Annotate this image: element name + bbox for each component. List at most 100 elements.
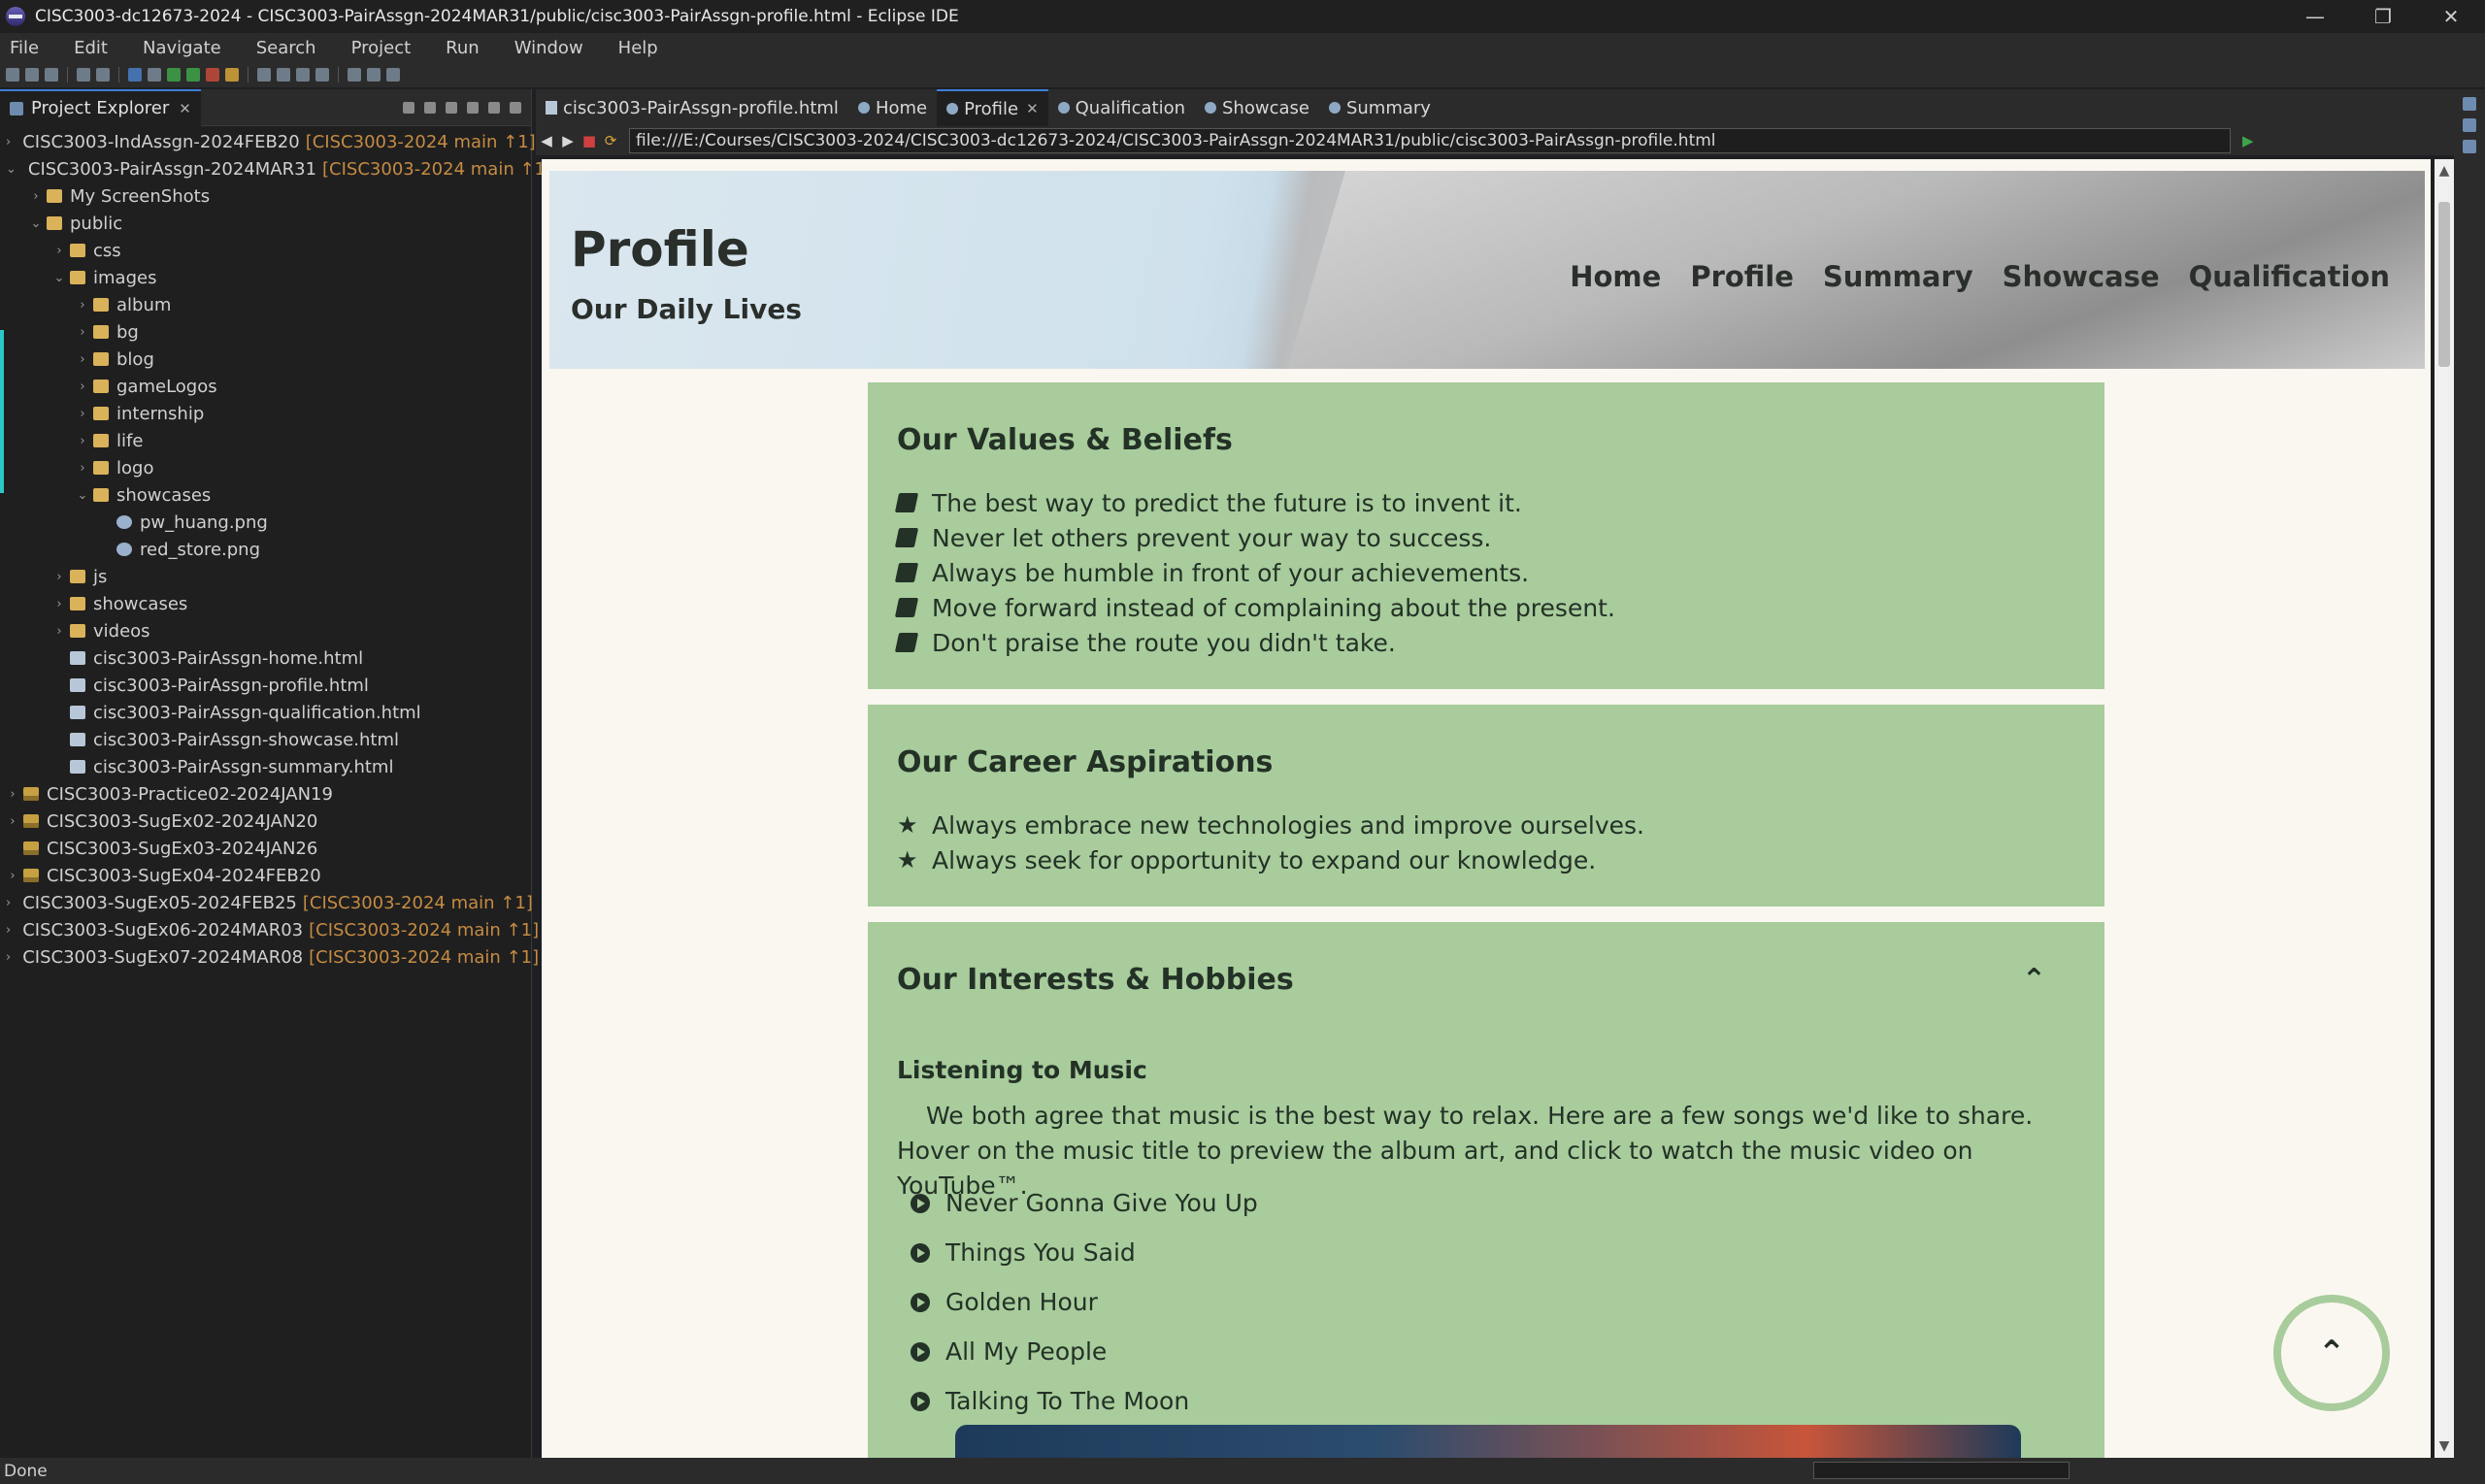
tree-item[interactable]: ⌄ showcases bbox=[0, 481, 531, 509]
editor-tab[interactable]: cisc3003-PairAssgn-profile.html bbox=[536, 89, 848, 126]
annotation-icon[interactable] bbox=[315, 68, 329, 82]
back-arrow-icon[interactable]: ◀ bbox=[536, 132, 557, 149]
minimize-view-icon[interactable] bbox=[488, 101, 500, 114]
chevron-down-icon[interactable]: ⌄ bbox=[29, 216, 43, 231]
chevron-right-icon[interactable]: › bbox=[52, 624, 66, 639]
chevron-right-icon[interactable]: › bbox=[52, 244, 66, 258]
terminal-icon[interactable] bbox=[128, 68, 142, 82]
tree-item[interactable]: cisc3003-PairAssgn-qualification.html bbox=[0, 699, 531, 726]
tree-item[interactable]: › CISC3003-SugEx07-2024MAR08 [CISC3003-202… bbox=[0, 943, 539, 971]
chevron-down-icon[interactable]: ⌄ bbox=[76, 488, 89, 503]
tree-item[interactable]: › album bbox=[0, 291, 531, 318]
tree-item[interactable]: › CISC3003-SugEx04-2024FEB20 bbox=[0, 862, 531, 889]
tree-item[interactable]: › CISC3003-Practice02-2024JAN19 bbox=[0, 780, 531, 808]
nav-home[interactable]: Home bbox=[1570, 260, 1661, 293]
tree-item[interactable]: › My ScreenShots bbox=[0, 182, 531, 210]
chevron-right-icon[interactable]: › bbox=[76, 352, 89, 367]
chevron-right-icon[interactable]: › bbox=[6, 135, 11, 149]
collapse-chevron-icon[interactable]: ⌃ bbox=[2022, 963, 2046, 997]
scroll-down-icon[interactable]: ▼ bbox=[2435, 1438, 2454, 1454]
nav-qualification[interactable]: Qualification bbox=[2189, 260, 2390, 293]
forward-icon[interactable] bbox=[367, 68, 381, 82]
external-tools-icon[interactable] bbox=[225, 68, 239, 82]
scrollbar-thumb[interactable] bbox=[2438, 202, 2450, 367]
back-to-top-button[interactable]: ⌃ bbox=[2273, 1295, 2390, 1411]
chevron-right-icon[interactable]: › bbox=[6, 869, 19, 883]
tree-item[interactable]: CISC3003-SugEx03-2024JAN26 bbox=[0, 835, 531, 862]
editor-tab[interactable]: Showcase bbox=[1195, 89, 1319, 126]
tree-item[interactable]: › logo bbox=[0, 454, 531, 481]
tree-item[interactable]: › CISC3003-SugEx02-2024JAN20 bbox=[0, 808, 531, 835]
menu-window[interactable]: Window bbox=[514, 38, 583, 58]
tree-item[interactable]: ⌄ CISC3003-PairAssgn-2024MAR31 [CISC3003-2… bbox=[0, 155, 552, 182]
chevron-right-icon[interactable]: › bbox=[76, 407, 89, 421]
forward-arrow-icon[interactable]: ▶ bbox=[557, 132, 579, 149]
tree-item[interactable]: › bg bbox=[0, 318, 531, 346]
menu-navigate[interactable]: Navigate bbox=[143, 38, 221, 58]
tree-item[interactable]: › CISC3003-IndAssgn-2024FEB20 [CISC3003-20… bbox=[0, 128, 536, 155]
tree-item[interactable]: cisc3003-PairAssgn-home.html bbox=[0, 644, 531, 672]
go-icon[interactable]: ▶ bbox=[2242, 132, 2254, 149]
task-list-icon[interactable] bbox=[2463, 140, 2476, 153]
menu-project[interactable]: Project bbox=[351, 38, 412, 58]
restore-view-icon[interactable] bbox=[2463, 97, 2476, 111]
tree-item[interactable]: › CISC3003-SugEx06-2024MAR03 [CISC3003-202… bbox=[0, 916, 539, 943]
open-task-icon[interactable] bbox=[277, 68, 290, 82]
menu-run[interactable]: Run bbox=[446, 38, 480, 58]
chevron-right-icon[interactable]: › bbox=[29, 189, 43, 204]
tree-item[interactable]: ⌄ images bbox=[0, 264, 531, 291]
list-item[interactable]: Things You Said bbox=[911, 1228, 1258, 1277]
tree-item[interactable]: cisc3003-PairAssgn-showcase.html bbox=[0, 726, 531, 753]
tab-project-explorer[interactable]: Project Explorer ✕ bbox=[0, 88, 201, 126]
close-button[interactable]: ✕ bbox=[2417, 0, 2485, 33]
interests-heading[interactable]: Our Interests & Hobbies bbox=[897, 963, 1294, 997]
tree-item[interactable]: › internship bbox=[0, 400, 531, 427]
tree-item[interactable]: › js bbox=[0, 563, 531, 590]
nav-showcase[interactable]: Showcase bbox=[2003, 260, 2160, 293]
tree-item[interactable]: › showcases bbox=[0, 590, 531, 617]
tree-item[interactable]: › blog bbox=[0, 346, 531, 373]
chevron-right-icon[interactable]: › bbox=[6, 787, 19, 802]
coverage-icon[interactable] bbox=[206, 68, 219, 82]
search-toolbar-icon[interactable] bbox=[296, 68, 310, 82]
save-icon[interactable] bbox=[25, 68, 39, 82]
redo-icon[interactable] bbox=[96, 68, 110, 82]
tree-item[interactable]: › life bbox=[0, 427, 531, 454]
nav-summary[interactable]: Summary bbox=[1823, 260, 1973, 293]
list-item[interactable]: Golden Hour bbox=[911, 1277, 1258, 1327]
chevron-right-icon[interactable]: › bbox=[52, 597, 66, 611]
back-icon[interactable] bbox=[348, 68, 361, 82]
chevron-down-icon[interactable]: ⌄ bbox=[52, 271, 66, 285]
menu-help[interactable]: Help bbox=[618, 38, 658, 58]
new-icon[interactable] bbox=[6, 68, 19, 82]
chevron-right-icon[interactable]: › bbox=[76, 434, 89, 448]
tree-item[interactable]: pw_huang.png bbox=[0, 509, 531, 536]
chevron-right-icon[interactable]: › bbox=[6, 923, 11, 938]
debug-icon[interactable] bbox=[167, 68, 181, 82]
save-all-icon[interactable] bbox=[45, 68, 58, 82]
maximize-view-icon[interactable] bbox=[510, 101, 521, 114]
undo-icon[interactable] bbox=[77, 68, 90, 82]
chevron-right-icon[interactable]: › bbox=[6, 814, 19, 829]
url-input[interactable] bbox=[629, 128, 2231, 153]
chevron-right-icon[interactable]: › bbox=[6, 950, 11, 965]
skip-breakpoints-icon[interactable] bbox=[148, 68, 161, 82]
stop-icon[interactable]: ■ bbox=[579, 132, 600, 149]
editor-tab[interactable]: Summary bbox=[1319, 89, 1441, 126]
list-item[interactable]: All My People bbox=[911, 1327, 1258, 1376]
chevron-right-icon[interactable]: › bbox=[76, 325, 89, 340]
tree-item[interactable]: › videos bbox=[0, 617, 531, 644]
tree-item[interactable]: › CISC3003-SugEx05-2024FEB25 [CISC3003-202… bbox=[0, 889, 533, 916]
open-type-icon[interactable] bbox=[257, 68, 271, 82]
tree-item[interactable]: › gameLogos bbox=[0, 373, 531, 400]
close-icon[interactable]: ✕ bbox=[1026, 100, 1039, 117]
editor-tab[interactable]: Profile ✕ bbox=[937, 89, 1048, 126]
run-icon[interactable] bbox=[186, 68, 200, 82]
scroll-up-icon[interactable]: ▲ bbox=[2435, 163, 2454, 179]
list-item[interactable]: Never Gonna Give You Up bbox=[911, 1178, 1258, 1228]
list-item[interactable]: Talking To The Moon bbox=[911, 1376, 1258, 1426]
close-icon[interactable]: ✕ bbox=[179, 100, 191, 117]
vertical-scrollbar[interactable]: ▲ ▼ bbox=[2435, 159, 2454, 1458]
tree-item[interactable]: › css bbox=[0, 237, 531, 264]
editor-tab[interactable]: Home bbox=[848, 89, 937, 126]
